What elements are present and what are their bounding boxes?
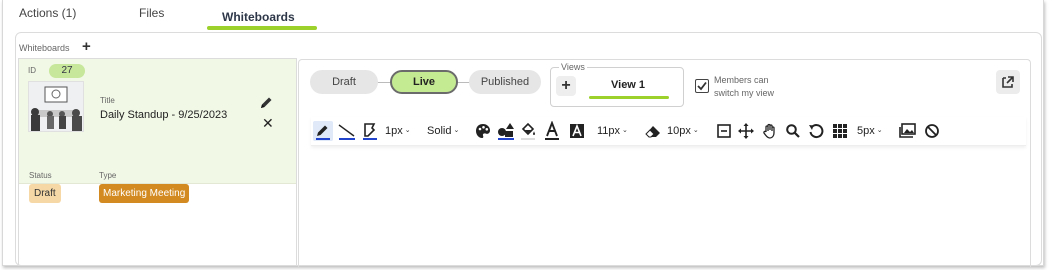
grid-icon[interactable] bbox=[832, 121, 848, 141]
open-external-button[interactable] bbox=[996, 70, 1020, 94]
hand-pan-icon[interactable] bbox=[762, 121, 778, 141]
drawing-toolbar: 1px ⌄ Solid ⌄ 11px ⌄ 10px ⌄ 5px ⌄ bbox=[311, 117, 1026, 146]
stroke-width-select[interactable]: 1px ⌄ bbox=[385, 121, 411, 141]
tab-actions[interactable]: Actions (1) bbox=[19, 6, 76, 20]
chevron-down-icon: ⌄ bbox=[622, 127, 628, 134]
view-tab[interactable]: View 1 bbox=[611, 79, 645, 91]
type-label: Type bbox=[99, 171, 117, 180]
image-icon[interactable] bbox=[899, 121, 917, 141]
stroke-style-value: Solid bbox=[427, 125, 452, 137]
id-label: ID bbox=[28, 66, 36, 75]
type-badge: Marketing Meeting bbox=[99, 184, 190, 203]
pencil-icon[interactable] bbox=[260, 96, 273, 114]
active-tab-indicator bbox=[207, 26, 317, 30]
external-link-icon bbox=[1002, 76, 1014, 88]
stage-connector bbox=[377, 82, 391, 83]
whiteboard-list-item[interactable]: ID 27 Title Daily Standup - 9/25/2023 ✕ … bbox=[19, 59, 296, 184]
app-frame: Actions (1) Files Whiteboards Whiteboard… bbox=[2, 0, 1044, 267]
chevron-down-icon: ⌄ bbox=[404, 127, 411, 134]
pencil-icon[interactable] bbox=[313, 121, 333, 141]
stage-draft-button[interactable]: Draft bbox=[310, 70, 378, 94]
views-legend: Views bbox=[559, 62, 587, 72]
stroke-width-value: 1px bbox=[385, 125, 403, 137]
whiteboards-heading: Whiteboards bbox=[19, 43, 70, 53]
id-badge: 27 bbox=[49, 64, 85, 78]
stage-published-button[interactable]: Published bbox=[469, 70, 541, 94]
chevron-down-icon: ⌄ bbox=[453, 127, 460, 134]
eraser-size-select[interactable]: 10px ⌄ bbox=[667, 121, 699, 141]
clear-icon[interactable] bbox=[924, 121, 940, 141]
eraser-size-value: 10px bbox=[667, 125, 691, 137]
search-icon[interactable] bbox=[785, 121, 801, 141]
active-view-indicator bbox=[589, 96, 669, 99]
text-background-icon[interactable] bbox=[569, 121, 585, 141]
undo-icon[interactable] bbox=[808, 121, 824, 141]
chevron-down-icon: ⌄ bbox=[692, 127, 699, 134]
whiteboard-list: ID 27 Title Daily Standup - 9/25/2023 ✕ … bbox=[18, 58, 297, 266]
views-group: Views + View 1 bbox=[550, 62, 684, 107]
font-size-value: 11px bbox=[597, 125, 621, 137]
members-switch-checkbox[interactable] bbox=[695, 79, 709, 93]
font-size-select[interactable]: 11px ⌄ bbox=[597, 121, 628, 141]
add-view-plus-icon[interactable]: + bbox=[556, 76, 576, 96]
stroke-style-select[interactable]: Solid ⌄ bbox=[427, 121, 459, 141]
highlighter-icon[interactable] bbox=[362, 121, 378, 141]
title-label: Title bbox=[100, 96, 115, 105]
palette-icon[interactable] bbox=[475, 121, 491, 141]
add-whiteboard-plus-icon[interactable]: + bbox=[82, 39, 91, 54]
shapes-icon[interactable] bbox=[497, 121, 515, 141]
whiteboards-card: Whiteboards + ID 27 Title Daily Standup … bbox=[15, 32, 1042, 267]
close-icon[interactable]: ✕ bbox=[262, 116, 274, 130]
status-badge: Draft bbox=[29, 184, 61, 203]
whiteboard-panel: Draft Live Published Views + View 1 Memb… bbox=[298, 59, 1031, 267]
zoom-out-icon[interactable] bbox=[716, 121, 732, 141]
tab-bar: Actions (1) Files Whiteboards bbox=[3, 0, 1043, 32]
tab-whiteboards[interactable]: Whiteboards bbox=[222, 10, 295, 24]
text-color-icon[interactable] bbox=[544, 121, 560, 141]
eraser-icon[interactable] bbox=[645, 121, 661, 141]
grid-size-select[interactable]: 5px ⌄ bbox=[857, 121, 883, 141]
whiteboard-title: Daily Standup - 9/25/2023 bbox=[100, 109, 228, 121]
tab-files[interactable]: Files bbox=[139, 6, 164, 20]
line-icon[interactable] bbox=[338, 121, 356, 141]
stage-live-button[interactable]: Live bbox=[390, 70, 458, 94]
members-switch-label: Members can switch my view bbox=[714, 75, 775, 98]
whiteboard-thumbnail[interactable] bbox=[28, 81, 84, 132]
grid-size-value: 5px bbox=[857, 125, 875, 137]
chevron-down-icon: ⌄ bbox=[876, 127, 883, 134]
status-label: Status bbox=[29, 171, 52, 180]
fill-bucket-icon[interactable] bbox=[520, 121, 536, 141]
move-icon[interactable] bbox=[738, 121, 754, 141]
